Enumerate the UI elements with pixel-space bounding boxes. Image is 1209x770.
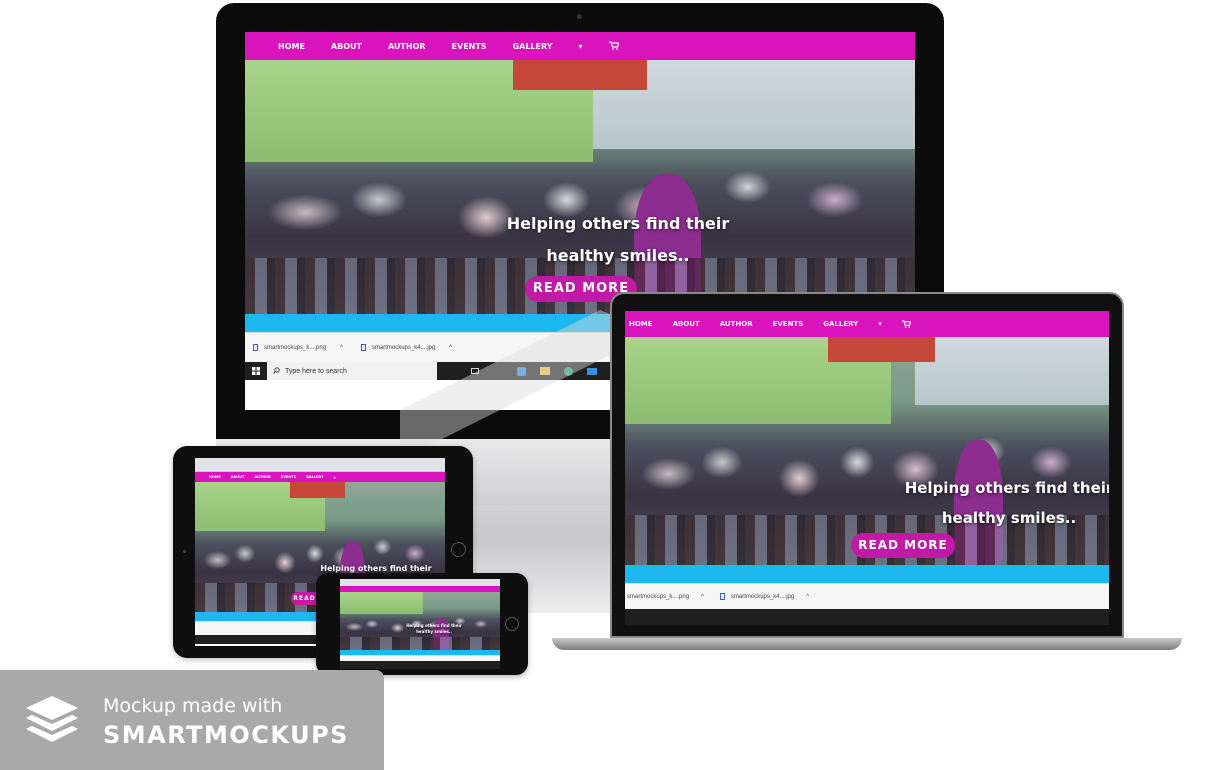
download-item[interactable]: smartmockups_k....png ^ xyxy=(627,594,704,600)
layers-stack-icon xyxy=(26,696,78,742)
nav-author[interactable]: AUTHOR xyxy=(388,42,426,51)
laptop-base xyxy=(552,638,1182,650)
file-icon xyxy=(253,344,258,351)
nav-events[interactable]: EVENTS xyxy=(773,320,804,328)
download-item[interactable]: smartmockups_k4....jpg ^ xyxy=(719,593,809,600)
hero-image: Helping others find their healthy smiles… xyxy=(625,337,1109,565)
chevron-down-icon[interactable]: ▾ xyxy=(334,475,336,480)
hero-headline-line2: healthy smiles.. xyxy=(941,509,1077,527)
site-nav: HOME ABOUT AUTHOR EVENTS GALLERY ▾ xyxy=(195,472,445,482)
hero-image: Helping others find their healthy smiles… xyxy=(245,60,915,314)
smartphone: Helping others find their healthy smiles… xyxy=(316,573,528,675)
nav-about[interactable]: ABOUT xyxy=(673,320,700,328)
site-nav: HOME ABOUT AUTHOR EVENTS GALLERY ▾ xyxy=(245,32,915,60)
nav-author[interactable]: AUTHOR xyxy=(254,475,270,479)
site-nav: HOME ABOUT AUTHOR EVENTS GALLERY ▾ xyxy=(625,311,1109,337)
camera-dot xyxy=(577,14,582,19)
laptop: HOME ABOUT AUTHOR EVENTS GALLERY ▾ Helpi… xyxy=(552,292,1182,656)
download-filename: smartmockups_k....png xyxy=(264,344,327,351)
taskbar-search-placeholder: Type here to search xyxy=(285,367,347,375)
nav-home[interactable]: HOME xyxy=(209,475,221,479)
hero-headline-line1: Helping others find their xyxy=(320,564,432,573)
nav-home[interactable]: HOME xyxy=(278,42,305,51)
hero-headline-line2: healthy smiles.. xyxy=(546,246,690,265)
chevron-down-icon[interactable]: ▾ xyxy=(579,42,583,51)
phone-home-button[interactable] xyxy=(505,617,519,631)
nav-gallery[interactable]: GALLERY xyxy=(306,475,323,479)
cyan-band xyxy=(625,565,1109,583)
nav-events[interactable]: EVENTS xyxy=(452,42,487,51)
chevron-up-icon[interactable]: ^ xyxy=(340,345,343,351)
nav-about[interactable]: ABOUT xyxy=(331,42,362,51)
chevron-down-icon[interactable]: ▾ xyxy=(878,320,882,328)
hero-image: Helping others find their healthy smiles… xyxy=(340,592,500,650)
chevron-up-icon[interactable]: ^ xyxy=(701,594,704,600)
chevron-up-icon[interactable]: ^ xyxy=(806,594,809,600)
phone-screen: Helping others find their healthy smiles… xyxy=(340,579,500,669)
cart-icon[interactable] xyxy=(608,37,619,55)
download-item[interactable]: smartmockups_k....png ^ xyxy=(253,344,343,351)
browser-tab-strip xyxy=(195,458,445,472)
browser-tab-strip xyxy=(340,579,500,586)
nav-gallery[interactable]: GALLERY xyxy=(823,320,858,328)
nav-events[interactable]: EVENTS xyxy=(281,475,296,479)
hero-headline-line1: Helping others find their xyxy=(406,623,462,628)
search-icon xyxy=(273,366,280,376)
download-bar: smartmockups_k....png ^ smartmockups_k4.… xyxy=(625,583,1109,609)
laptop-screen: HOME ABOUT AUTHOR EVENTS GALLERY ▾ Helpi… xyxy=(625,311,1109,625)
nav-home[interactable]: HOME xyxy=(629,320,653,328)
website: Helping others find their healthy smiles… xyxy=(340,586,500,669)
nav-author[interactable]: AUTHOR xyxy=(720,320,753,328)
watermark-line1: Mockup made with xyxy=(103,695,283,717)
windows-taskbar xyxy=(625,609,1109,625)
read-more-button[interactable]: READ MORE xyxy=(851,533,955,558)
hero-headline-line1: Helping others find their xyxy=(506,214,730,233)
hero-headline-line1: Helping others find their xyxy=(904,479,1109,497)
smartmockups-watermark: Mockup made with SMARTMOCKUPS xyxy=(0,670,384,770)
tablet-home-button[interactable] xyxy=(451,542,466,557)
download-filename: smartmockups_k4....jpg xyxy=(730,593,795,600)
nav-about[interactable]: ABOUT xyxy=(231,475,245,479)
windows-taskbar xyxy=(340,661,500,669)
tablet-camera xyxy=(183,550,186,553)
nav-gallery[interactable]: GALLERY xyxy=(513,42,553,51)
watermark-brand: SMARTMOCKUPS xyxy=(103,721,349,749)
website: HOME ABOUT AUTHOR EVENTS GALLERY ▾ Helpi… xyxy=(625,311,1109,625)
cart-icon[interactable] xyxy=(901,315,911,333)
hero-headline-line2: healthy smiles.. xyxy=(416,629,452,634)
file-icon xyxy=(719,593,725,600)
windows-start-icon[interactable] xyxy=(245,362,267,380)
download-filename: smartmockups_k....png xyxy=(627,593,690,600)
